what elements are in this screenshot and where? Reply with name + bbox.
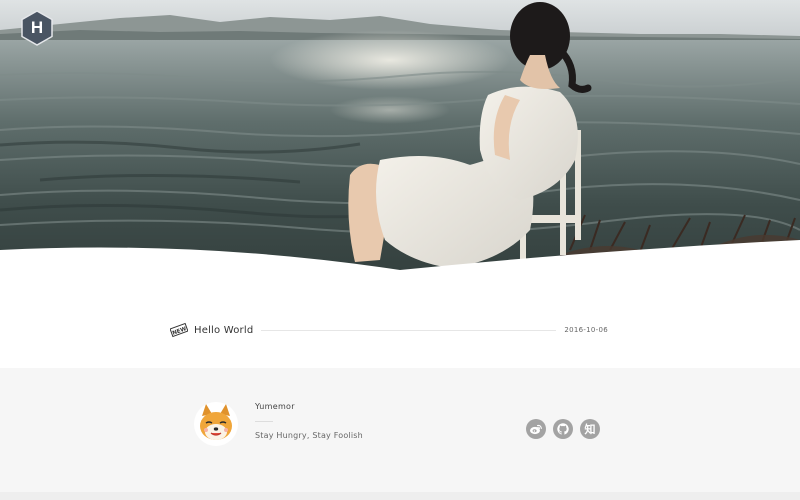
header-banner: H <box>0 0 800 275</box>
post-divider-line <box>261 329 557 331</box>
weibo-icon <box>530 424 542 435</box>
author-divider <box>255 421 273 422</box>
footer <box>0 368 800 492</box>
weibo-link[interactable] <box>526 419 546 439</box>
post-title-link[interactable]: Hello World <box>194 325 253 336</box>
site-logo[interactable]: H <box>19 10 55 46</box>
author-avatar[interactable] <box>194 402 238 446</box>
shiba-avatar-icon <box>194 402 238 446</box>
zhihu-link[interactable]: 知 <box>580 419 600 439</box>
zhihu-icon: 知 <box>584 423 596 436</box>
banner-photo <box>0 0 800 275</box>
bottom-strip <box>0 492 800 500</box>
logo-letter: H <box>30 18 44 37</box>
author-name: Yumemor <box>255 402 295 411</box>
github-icon <box>557 423 569 435</box>
github-link[interactable] <box>553 419 573 439</box>
post-list-item[interactable]: NEW Hello World 2016-10-06 <box>170 318 608 342</box>
author-motto: Stay Hungry, Stay Foolish <box>255 431 363 440</box>
post-date: 2016-10-06 <box>564 326 608 334</box>
new-badge-icon: NEW <box>170 322 188 338</box>
